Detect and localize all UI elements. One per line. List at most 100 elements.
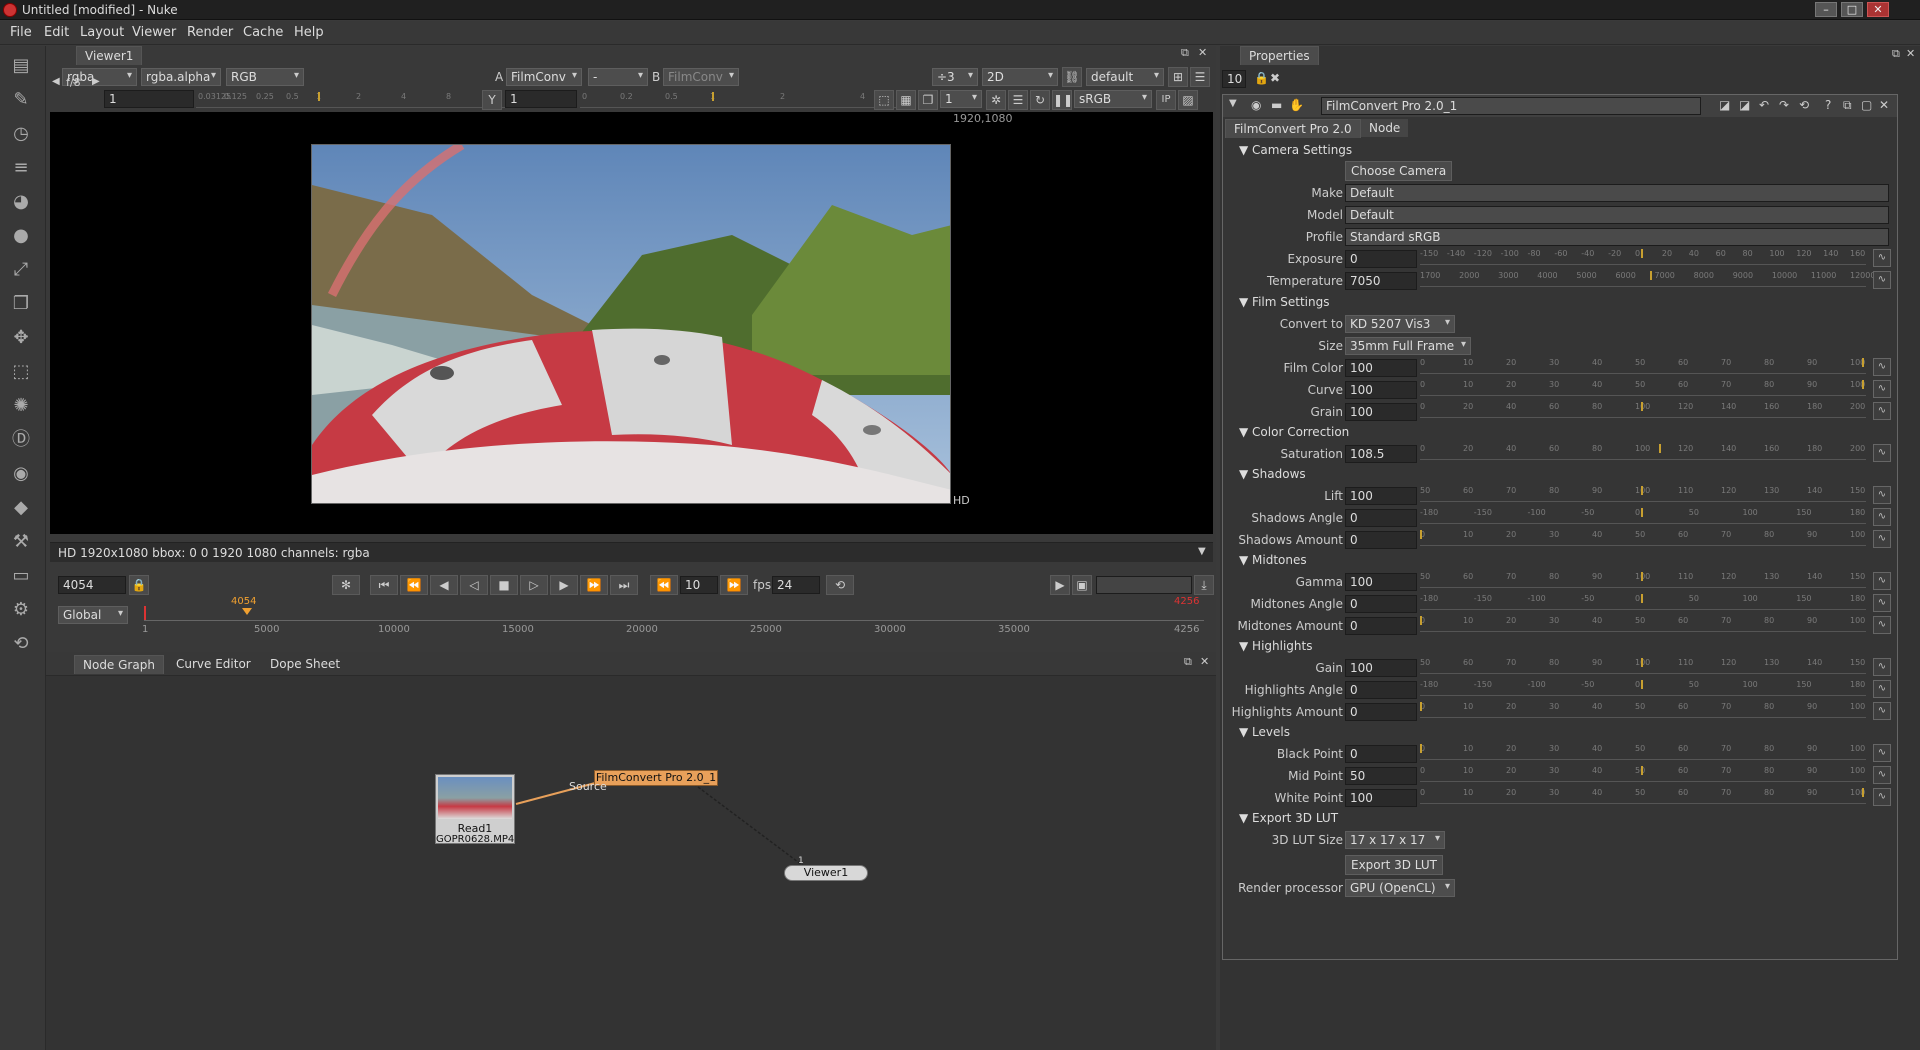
slider-knob[interactable]	[1862, 788, 1864, 797]
timeline-scope-select[interactable]: Global	[58, 606, 128, 624]
time-tools-icon[interactable]: ◷	[9, 122, 33, 146]
toolsets-icon[interactable]: ⚒	[9, 530, 33, 554]
pause-icon[interactable]: ❚❚	[1052, 90, 1073, 110]
black-point-slider[interactable]: 0 10 20 30 40 50 60 70 80 90 100	[1420, 744, 1866, 760]
highlights-angle-slider[interactable]: -180 -150 -100 -50 0 50 100 150 180	[1420, 680, 1866, 696]
next-frame-icon[interactable]: ▶	[550, 575, 578, 595]
roi-toggle-icon[interactable]: ⬚	[874, 90, 894, 110]
gamma-curve-icon[interactable]: ∿	[1873, 572, 1891, 590]
menu-edit[interactable]: Edit	[44, 25, 69, 40]
menu-viewer[interactable]: Viewer	[132, 25, 176, 40]
tab-viewer1[interactable]: Viewer1	[76, 46, 143, 65]
slider-knob[interactable]	[1641, 766, 1643, 775]
gamma-y-label[interactable]: Y	[482, 90, 502, 110]
fps-field[interactable]: 24	[772, 576, 820, 594]
image-tools-icon[interactable]: ▤	[9, 54, 33, 78]
shadows-amount-slider[interactable]: 0 10 20 30 40 50 60 70 80 90 100	[1420, 530, 1866, 546]
tab-node[interactable]: Node	[1361, 119, 1409, 137]
slider-knob[interactable]	[1641, 658, 1643, 667]
menu-help[interactable]: Help	[294, 25, 324, 40]
other-tools-icon[interactable]: ▭	[9, 564, 33, 588]
increment-field[interactable]: 10	[680, 576, 718, 594]
filmcolor-slider[interactable]: 0 10 20 30 40 50 60 70 80 90 100	[1420, 358, 1866, 374]
roi-icon[interactable]: ⊞	[1168, 67, 1188, 87]
menu-file[interactable]: File	[10, 25, 32, 40]
gamma-slider[interactable]: 0 0.2 0.5 1 2 4	[580, 92, 900, 108]
help-node-icon[interactable]: ✋	[1289, 98, 1304, 112]
node-icon[interactable]: ▬	[1271, 98, 1282, 112]
viewer-toggle-icon[interactable]: ◉	[1251, 98, 1261, 112]
gain-slider[interactable]: 0.03125 0.125 0.25 0.5 1 2 4 8 16	[196, 92, 516, 108]
shadows-angle-curve-icon[interactable]: ∿	[1873, 508, 1891, 526]
render-frame-icon[interactable]: ▣	[1072, 575, 1092, 595]
mid-point-curve-icon[interactable]: ∿	[1873, 766, 1891, 784]
play-backward-icon[interactable]: ◁	[460, 575, 488, 595]
model-select[interactable]: Default	[1345, 206, 1889, 224]
mask-overlay-icon[interactable]: ▦	[896, 90, 916, 110]
gamma-prop-slider[interactable]: 5060708090100110120130140150	[1420, 572, 1866, 588]
render-processor-select[interactable]: GPU (OpenCL)	[1345, 879, 1455, 897]
redo-icon[interactable]: ↷	[1779, 98, 1789, 112]
slider-knob[interactable]	[1641, 572, 1643, 581]
highlights-amount-slider[interactable]: 0 10 20 30 40 50 60 70 80 90 100	[1420, 702, 1866, 718]
filmconvert-node[interactable]: FilmConvert Pro 2.0_1	[594, 770, 718, 786]
last-frame-icon[interactable]: ⏭	[610, 575, 638, 595]
menu-layout[interactable]: Layout	[80, 25, 124, 40]
gain-prop-field[interactable]: 100	[1345, 659, 1417, 677]
saturation-slider[interactable]: 0 20 40 60 80 100 120 140 160 180 200	[1420, 444, 1866, 460]
slider-knob[interactable]	[1658, 444, 1661, 453]
tab-filmconvert[interactable]: FilmConvert Pro 2.0	[1225, 119, 1361, 138]
lift-field[interactable]: 100	[1345, 487, 1417, 505]
saturation-curve-icon[interactable]: ∿	[1873, 444, 1891, 462]
close-node-icon[interactable]: ✕	[1879, 98, 1889, 112]
input-process-button[interactable]: IP	[1156, 90, 1176, 110]
convert-select[interactable]: KD 5207 Vis3	[1345, 315, 1455, 333]
profile-select[interactable]: Standard sRGB	[1345, 228, 1889, 246]
menu-cache[interactable]: Cache	[243, 25, 283, 40]
viewer-canvas[interactable]: 1920,1080 HD	[50, 112, 1213, 534]
section-highlights[interactable]: ▼ Highlights	[1239, 639, 1312, 653]
white-point-curve-icon[interactable]: ∿	[1873, 788, 1891, 806]
shadows-amount-curve-icon[interactable]: ∿	[1873, 530, 1891, 548]
menu-render[interactable]: Render	[187, 25, 233, 40]
slider-knob[interactable]	[1420, 744, 1422, 753]
lift-curve-icon[interactable]: ∿	[1873, 486, 1891, 504]
slider-knob[interactable]	[1641, 594, 1643, 603]
proxy-select[interactable]: 1	[940, 90, 982, 108]
section-camera-settings[interactable]: ▼ Camera Settings	[1239, 143, 1352, 157]
display-channels-select[interactable]: RGB	[226, 68, 304, 86]
next-keyframe-icon[interactable]: ⏩	[580, 575, 608, 595]
color-tools-icon[interactable]: ◕	[9, 190, 33, 214]
gain-slider-knob[interactable]	[318, 92, 320, 101]
current-frame-marker[interactable]	[242, 608, 252, 615]
node-name-field[interactable]: FilmConvert Pro 2.0_1	[1321, 97, 1701, 115]
gamma-field[interactable]: 1	[505, 90, 577, 108]
revert-icon[interactable]: ⟲	[1799, 98, 1809, 112]
temperature-field[interactable]: 7050	[1345, 272, 1417, 290]
transform-tools-icon[interactable]: ✥	[9, 326, 33, 350]
play-forward-icon[interactable]: ▷	[520, 575, 548, 595]
section-export-lut[interactable]: ▼ Export 3D LUT	[1239, 811, 1338, 825]
black-point-curve-icon[interactable]: ∿	[1873, 744, 1891, 762]
slider-knob[interactable]	[1649, 271, 1652, 280]
mid-point-field[interactable]: 50	[1345, 767, 1417, 785]
exposure-field[interactable]: 0	[1345, 250, 1417, 268]
mid-point-slider[interactable]: 0102030405060708090100	[1420, 766, 1866, 782]
timeline-ruler[interactable]: 1 5000 10000 15000 20000 25000 30000 350…	[142, 596, 1204, 642]
lock-panels-icon[interactable]: 🔒	[1254, 71, 1269, 85]
prev-keyframe-icon[interactable]: ⏪	[400, 575, 428, 595]
3d-tools-icon[interactable]: ⬚	[9, 360, 33, 384]
slider-knob[interactable]	[1641, 249, 1643, 258]
lut-size-select[interactable]: 17 x 17 x 17	[1345, 831, 1445, 849]
particles-tools-icon[interactable]: ✺	[9, 394, 33, 418]
refresh-icon[interactable]: ↻	[1030, 90, 1050, 110]
slider-knob[interactable]	[1641, 508, 1643, 517]
collapse-icon[interactable]: ▼	[1229, 98, 1237, 109]
view-mode-select[interactable]: 2D	[982, 68, 1058, 86]
make-select[interactable]: Default	[1345, 184, 1889, 202]
slider-knob[interactable]	[1420, 616, 1422, 625]
choose-camera-button[interactable]: Choose Camera	[1345, 161, 1453, 181]
slider-knob[interactable]	[1420, 702, 1422, 711]
minimize-icon[interactable]: –	[1815, 2, 1837, 17]
metadata-tools-icon[interactable]: ◆	[9, 496, 33, 520]
